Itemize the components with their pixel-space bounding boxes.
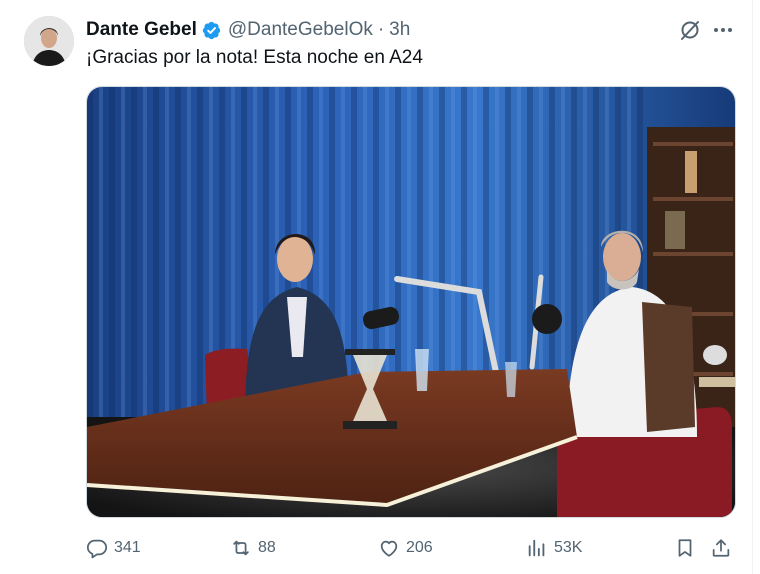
reply-button[interactable]: 341 (86, 532, 141, 564)
reply-count: 341 (114, 539, 141, 556)
divider (752, 0, 753, 574)
verified-icon (201, 20, 222, 41)
retweet-icon (233, 540, 249, 556)
bookmark-icon (678, 539, 692, 557)
views-count: 53K (554, 539, 583, 556)
bookmark-button[interactable] (674, 532, 696, 564)
like-button[interactable]: 206 (378, 532, 433, 564)
views-button[interactable]: 53K (526, 532, 582, 564)
separator: · (377, 19, 385, 40)
timestamp[interactable]: 3h (389, 19, 410, 41)
grok-icon[interactable] (678, 18, 702, 42)
share-icon (712, 539, 730, 557)
retweet-count: 88 (258, 539, 276, 556)
views-icon (528, 539, 545, 557)
avatar[interactable] (24, 16, 74, 66)
action-bar: 341 88 206 53K (86, 532, 736, 564)
tweet-card[interactable]: Dante Gebel @DanteGebelOk · 3h ¡Gracias … (0, 0, 760, 574)
tweet-header: Dante Gebel @DanteGebelOk · 3h (86, 16, 410, 44)
tweet-photo[interactable] (86, 86, 736, 518)
more-icon[interactable] (711, 18, 735, 42)
author-name[interactable]: Dante Gebel (86, 19, 197, 41)
retweet-button[interactable]: 88 (230, 532, 276, 564)
like-icon (380, 540, 398, 557)
author-handle[interactable]: @DanteGebelOk (228, 19, 373, 41)
share-button[interactable] (710, 532, 732, 564)
reply-icon (86, 539, 108, 559)
tweet-text: ¡Gracias por la nota! Esta noche en A24 (86, 47, 423, 68)
like-count: 206 (406, 539, 433, 556)
